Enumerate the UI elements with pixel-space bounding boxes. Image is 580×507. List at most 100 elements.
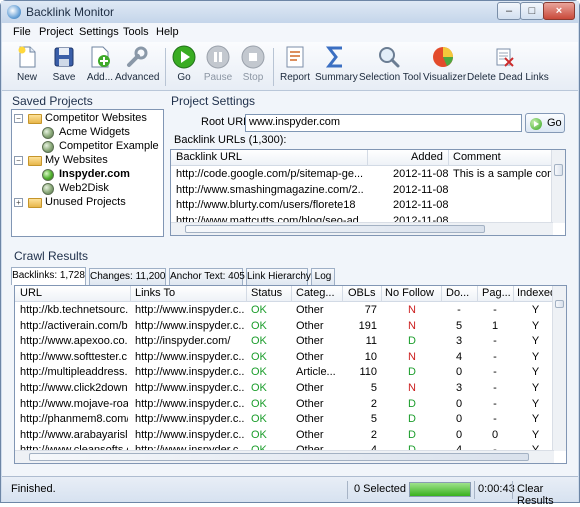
crawl-cell[interactable]: D (385, 429, 439, 441)
crawl-cell[interactable]: 2 (340, 398, 377, 410)
column-header-links-to[interactable]: Links To (135, 287, 175, 299)
horizontal-scrollbar[interactable] (171, 222, 553, 235)
crawl-cell[interactable]: OK (251, 366, 289, 378)
crawl-cell[interactable]: 0 (443, 429, 475, 441)
crawl-cell[interactable]: 10 (340, 351, 377, 363)
crawl-cell[interactable]: Other (296, 320, 341, 332)
crawl-cell[interactable]: 0 (479, 429, 511, 441)
column-header-no-follow[interactable]: No Follow (385, 287, 434, 299)
crawl-cell[interactable]: D (385, 398, 439, 410)
crawl-cell[interactable]: Other (296, 382, 341, 394)
backlink-cell[interactable]: 2012-11-08 (393, 184, 453, 196)
crawl-cell[interactable]: http://www.apexoo.co... (20, 335, 128, 347)
crawl-cell[interactable]: Other (296, 413, 341, 425)
crawl-cell[interactable]: http://www.inspyder.c... (135, 366, 245, 378)
crawl-cell[interactable]: OK (251, 320, 289, 332)
crawl-cell[interactable]: Y (517, 429, 554, 441)
crawl-cell[interactable]: 5 (340, 382, 377, 394)
column-header-backlink-url[interactable]: Backlink URL (176, 151, 242, 163)
crawl-cell[interactable]: http://activerain.com/b... (20, 320, 128, 332)
tab-changes[interactable]: Changes: 11,200 (89, 268, 166, 285)
crawl-cell[interactable]: 110 (340, 366, 377, 378)
crawl-cell[interactable]: http://www.click2downl... (20, 382, 128, 394)
stop-button[interactable]: Stop (239, 42, 267, 90)
crawl-cell[interactable]: Y (517, 366, 554, 378)
maximize-button[interactable]: □ (520, 2, 544, 20)
new-button[interactable]: New (12, 42, 42, 90)
crawl-cell[interactable]: Y (517, 413, 554, 425)
crawl-cell[interactable]: Article... (296, 366, 341, 378)
menu-help[interactable]: Help (156, 26, 179, 38)
tab-backlinks[interactable]: Backlinks: 1,728 (11, 267, 86, 285)
crawl-cell[interactable]: - (479, 413, 511, 425)
save-button[interactable]: Save (49, 42, 79, 90)
crawl-cell[interactable]: http://inspyder.com/ (135, 335, 245, 347)
crawl-cell[interactable]: - (479, 382, 511, 394)
crawl-cell[interactable]: 0 (443, 398, 475, 410)
column-header-status[interactable]: Status (251, 287, 282, 299)
crawl-cell[interactable]: 0 (443, 413, 475, 425)
project-tree[interactable]: − Competitor Websites Acme Widgets Compe… (11, 109, 164, 237)
crawl-cell[interactable]: 11 (340, 335, 377, 347)
crawl-cell[interactable]: http://multipleaddress... (20, 366, 128, 378)
crawl-cell[interactable]: Other (296, 335, 341, 347)
vertical-scrollbar[interactable] (551, 150, 565, 223)
crawl-cell[interactable]: D (385, 366, 439, 378)
crawl-cell[interactable]: OK (251, 398, 289, 410)
crawl-cell[interactable]: - (479, 366, 511, 378)
crawl-cell[interactable]: http://www.inspyder.c... (135, 304, 245, 316)
crawl-cell[interactable]: Y (517, 304, 554, 316)
menu-project[interactable]: Project (39, 26, 73, 38)
crawl-cell[interactable]: N (385, 304, 439, 316)
crawl-cell[interactable]: OK (251, 429, 289, 441)
crawl-cell[interactable]: 4 (443, 351, 475, 363)
crawl-cell[interactable]: 191 (340, 320, 377, 332)
column-header-indexed[interactable]: Indexed (517, 287, 555, 299)
crawl-cell[interactable]: N (385, 351, 439, 363)
backlink-url-grid[interactable]: Backlink URL Added Comment http://code.g… (170, 149, 566, 236)
backlink-cell[interactable]: 2012-11-08 (393, 199, 453, 211)
advanced-button[interactable]: Advanced (115, 42, 159, 90)
column-header-added[interactable]: Added (411, 151, 443, 163)
close-button[interactable]: × (543, 2, 575, 20)
summary-button[interactable]: Summary (315, 42, 358, 90)
crawl-cell[interactable]: http://kb.technetsourc... (20, 304, 128, 316)
crawl-cell[interactable]: Y (517, 320, 554, 332)
crawl-cell[interactable]: Other (296, 304, 341, 316)
tab-link-hierarchy[interactable]: Link Hierarchy (246, 268, 311, 285)
backlink-cell[interactable]: 2012-11-08 (393, 168, 453, 180)
crawl-cell[interactable]: - (479, 398, 511, 410)
pause-button[interactable]: Pause (203, 42, 233, 90)
crawl-cell[interactable]: D (385, 335, 439, 347)
crawl-cell[interactable]: http://www.inspyder.c... (135, 351, 245, 363)
minimize-button[interactable]: – (497, 2, 521, 20)
column-header-pages[interactable]: Pag... (482, 287, 511, 299)
crawl-cell[interactable]: 0 (443, 366, 475, 378)
go-button[interactable]: Go (172, 42, 196, 90)
column-header-do[interactable]: Do... (446, 287, 469, 299)
menu-file[interactable]: File (13, 26, 31, 38)
backlink-cell[interactable]: http://www.blurty.com/users/florete18 (176, 199, 364, 211)
crawl-cell[interactable]: OK (251, 382, 289, 394)
crawl-cell[interactable]: 5 (443, 320, 475, 332)
crawl-cell[interactable]: Y (517, 398, 554, 410)
crawl-cell[interactable]: N (385, 320, 439, 332)
crawl-cell[interactable]: 2 (340, 429, 377, 441)
crawl-cell[interactable]: 3 (443, 382, 475, 394)
clear-results-button[interactable]: Clear Results (517, 483, 578, 507)
crawl-cell[interactable]: Y (517, 351, 554, 363)
selection-tool-button[interactable]: Selection Tool (359, 42, 421, 90)
crawl-cell[interactable]: - (479, 351, 511, 363)
root-url-go-button[interactable]: Go (525, 113, 565, 133)
crawl-cell[interactable]: N (385, 382, 439, 394)
horizontal-scrollbar[interactable] (15, 450, 554, 463)
crawl-cell[interactable]: http://www.inspyder.c... (135, 320, 245, 332)
crawl-cell[interactable]: D (385, 413, 439, 425)
tab-anchor-text[interactable]: Anchor Text: 405 (169, 268, 245, 285)
menu-settings[interactable]: Settings (79, 26, 119, 38)
crawl-cell[interactable]: OK (251, 335, 289, 347)
backlink-cell[interactable]: http://code.google.com/p/sitemap-ge... (176, 168, 364, 180)
collapse-icon[interactable]: − (14, 114, 23, 123)
expand-icon[interactable]: + (14, 198, 23, 207)
crawl-cell[interactable]: http://www.inspyder.c... (135, 398, 245, 410)
